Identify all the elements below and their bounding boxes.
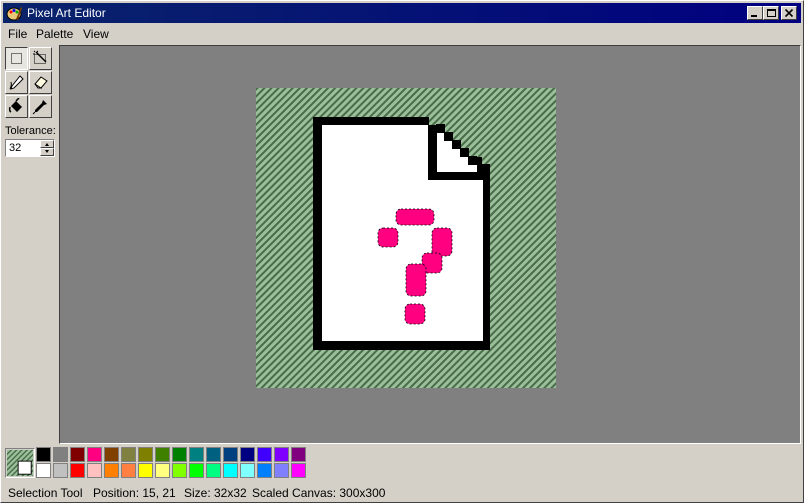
status-position: Position: 15, 21 <box>93 486 176 500</box>
document-icon-art <box>313 117 490 350</box>
close-icon <box>785 9 794 18</box>
tolerance-up-button[interactable] <box>40 140 54 148</box>
pixel-canvas[interactable] <box>256 88 556 388</box>
palette-swatch[interactable] <box>138 463 153 478</box>
eraser-tool-button[interactable] <box>29 71 52 94</box>
palette-swatch[interactable] <box>206 463 221 478</box>
palette-swatch[interactable] <box>104 463 119 478</box>
palette-swatch[interactable] <box>189 447 204 462</box>
minimize-icon <box>751 15 757 17</box>
selection-tool-button[interactable] <box>5 47 28 70</box>
paint-bucket-icon <box>8 98 22 113</box>
palette-swatch[interactable] <box>274 463 289 478</box>
maximize-button[interactable] <box>763 6 779 20</box>
palette-swatch[interactable] <box>138 447 153 462</box>
palette-swatch[interactable] <box>70 447 85 462</box>
current-color-swatch[interactable] <box>5 448 35 478</box>
eraser-icon <box>34 76 48 89</box>
status-scaled: Scaled Canvas: 300x300 <box>252 486 386 500</box>
palette-swatch[interactable] <box>291 447 306 462</box>
arrow-up-icon <box>45 143 49 146</box>
minimize-button[interactable] <box>747 6 763 20</box>
palette-swatch[interactable] <box>104 447 119 462</box>
palette-swatch[interactable] <box>223 447 238 462</box>
tolerance-label: Tolerance: <box>5 125 56 137</box>
tolerance-input[interactable] <box>7 141 39 155</box>
window-title: Pixel Art Editor <box>27 6 106 20</box>
tool-panel: Tolerance: <box>3 45 59 443</box>
pencil-icon <box>9 75 24 90</box>
palette-swatch[interactable] <box>172 463 187 478</box>
tolerance-stepper <box>5 139 55 157</box>
palette-swatch[interactable] <box>240 447 255 462</box>
palette-swatch[interactable] <box>53 463 68 478</box>
palette-bar <box>3 445 801 483</box>
palette-swatch[interactable] <box>223 463 238 478</box>
selection-rect-icon <box>11 53 22 64</box>
palette-swatch[interactable] <box>87 463 102 478</box>
palette-swatch[interactable] <box>53 447 68 462</box>
palette-swatch[interactable] <box>257 447 272 462</box>
palette-swatch[interactable] <box>189 463 204 478</box>
palette-swatch[interactable] <box>206 447 221 462</box>
palette-swatch[interactable] <box>87 447 102 462</box>
palette-swatch[interactable] <box>257 463 272 478</box>
eyedropper-icon <box>32 100 47 115</box>
palette-swatch[interactable] <box>274 447 289 462</box>
palette-swatch[interactable] <box>121 447 136 462</box>
palette-swatch[interactable] <box>155 463 170 478</box>
menu-view[interactable]: View <box>83 27 109 41</box>
status-tool: Selection Tool <box>8 486 83 500</box>
title-bar[interactable]: Pixel Art Editor <box>3 3 801 23</box>
palette-swatch[interactable] <box>172 447 187 462</box>
menu-file[interactable]: File <box>8 27 27 41</box>
palette-swatch[interactable] <box>36 447 51 462</box>
magic-wand-icon <box>33 50 47 64</box>
fill-tool-button[interactable] <box>5 95 28 118</box>
pencil-tool-button[interactable] <box>5 71 28 94</box>
app-window: Pixel Art Editor File Palette View Toler… <box>0 0 804 503</box>
palette-swatch[interactable] <box>36 463 51 478</box>
close-button[interactable] <box>781 6 797 20</box>
arrow-down-icon <box>45 150 49 153</box>
maximize-icon <box>767 9 776 17</box>
eyedropper-tool-button[interactable] <box>29 95 52 118</box>
menu-bar: File Palette View <box>3 24 801 43</box>
status-size: Size: 32x32 <box>184 486 247 500</box>
status-bar: Selection Tool Position: 15, 21 Size: 32… <box>3 484 801 502</box>
palette-swatch[interactable] <box>121 463 136 478</box>
canvas-workspace <box>59 45 801 444</box>
tolerance-down-button[interactable] <box>40 148 54 156</box>
palette-swatch[interactable] <box>240 463 255 478</box>
menu-palette[interactable]: Palette <box>36 27 73 41</box>
magic-wand-tool-button[interactable] <box>29 47 52 70</box>
palette-swatch[interactable] <box>70 463 85 478</box>
palette-app-icon <box>6 7 22 21</box>
palette-swatch[interactable] <box>155 447 170 462</box>
palette-swatch[interactable] <box>291 463 306 478</box>
